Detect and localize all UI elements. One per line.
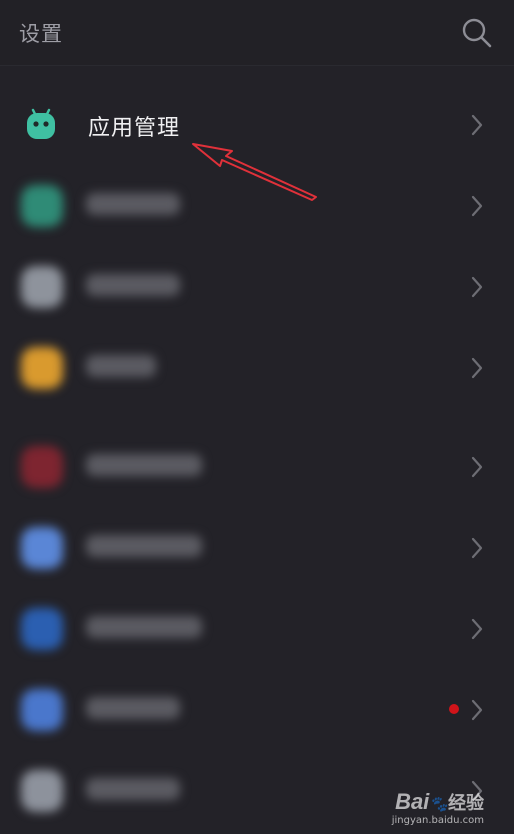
settings-item-blurred[interactable] [0,589,514,669]
notification-dot [449,704,459,714]
settings-item-blurred[interactable] [0,508,514,588]
settings-item-icon [21,608,63,650]
settings-item-blurred[interactable] [0,670,514,750]
settings-item-label-blurred [86,193,180,215]
app-header: 设置 [0,0,514,66]
settings-item-label-blurred [86,355,156,377]
chevron-right-icon [471,195,483,217]
chevron-right-icon [471,699,483,721]
settings-item-blurred[interactable] [0,247,514,327]
header-divider [0,65,514,66]
settings-item-blurred[interactable] [0,328,514,408]
settings-item-icon [21,266,63,308]
settings-item-icon [21,689,63,731]
watermark: Bai🐾经验 jingyan.baidu.com [392,789,484,826]
settings-item-app-management[interactable] [0,85,514,165]
chevron-right-icon [471,537,483,559]
settings-item-icon [21,185,63,227]
android-robot-icon [27,108,55,139]
settings-item-label-blurred [86,535,202,557]
settings-item-label-blurred [86,778,180,800]
settings-item-icon [21,527,63,569]
settings-item-label-blurred [86,616,202,638]
settings-item-label-blurred [86,274,180,296]
settings-item-blurred[interactable] [0,427,514,507]
settings-item-label-blurred [86,697,180,719]
settings-item-label: 应用管理 [88,116,181,141]
settings-item-icon [21,347,63,389]
settings-item-icon [21,446,63,488]
settings-item-icon [21,770,63,812]
search-icon[interactable] [460,16,494,50]
settings-item-blurred[interactable] [0,166,514,246]
chevron-right-icon [471,618,483,640]
settings-item-label-blurred [86,454,202,476]
chevron-right-icon [471,276,483,298]
watermark-brand: Bai🐾经验 [395,789,484,814]
page-title: 设置 [19,22,63,46]
chevron-right-icon [471,114,483,136]
chevron-right-icon [471,456,483,478]
chevron-right-icon [471,357,483,379]
watermark-url: jingyan.baidu.com [391,815,484,826]
